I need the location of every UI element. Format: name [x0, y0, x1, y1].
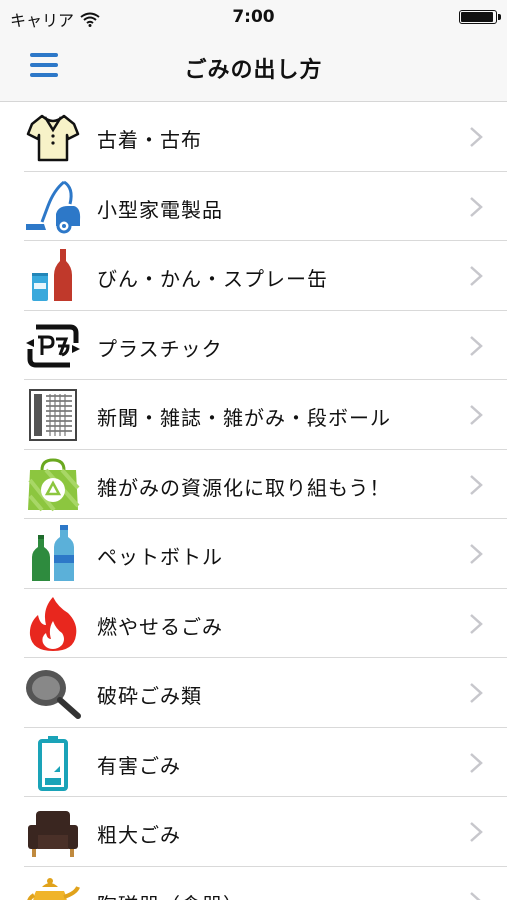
category-list: 古着・古布 小型家電製品 びん・かん・スプレー缶 プラスチック 新聞・雑誌・雑が…: [0, 102, 507, 900]
battery-status-icon: [459, 10, 501, 24]
list-item-small-appliances[interactable]: 小型家電製品: [0, 172, 507, 242]
teapot-icon: [24, 873, 82, 900]
battery-icon: [24, 734, 82, 792]
chevron-right-icon: [470, 335, 483, 356]
shirt-icon: [24, 108, 82, 166]
chevron-right-icon: [470, 613, 483, 634]
list-item-label: 小型家電製品: [97, 197, 223, 222]
list-item-label: 新聞・雑誌・雑がみ・段ボール: [97, 406, 391, 430]
list-item-burnable-waste[interactable]: 燃やせるごみ: [0, 589, 507, 659]
vacuum-cleaner-icon: [24, 178, 82, 236]
list-item-label: 燃やせるごみ: [97, 614, 223, 639]
list-item-bottles-cans[interactable]: びん・かん・スプレー缶: [0, 241, 507, 311]
chevron-right-icon: [470, 196, 483, 217]
list-item-crushable-waste[interactable]: 破砕ごみ類: [0, 658, 507, 728]
list-item-mixed-paper-recycling[interactable]: 雑がみの資源化に取り組もう！: [0, 450, 507, 520]
list-item-hazardous-waste[interactable]: 有害ごみ: [0, 728, 507, 798]
status-bar: キャリア 7:00: [0, 0, 507, 34]
chevron-right-icon: [470, 266, 483, 286]
list-item-label: 古着・古布: [97, 128, 202, 152]
status-time: 7:00: [232, 7, 275, 27]
sofa-icon: [24, 803, 82, 861]
battery-indicator: [459, 10, 501, 24]
list-item-ceramics[interactable]: 陶磁器（食器）: [0, 867, 507, 900]
list-item-label: 有害ごみ: [97, 753, 181, 778]
list-item-plastic[interactable]: プラスチック: [0, 311, 507, 381]
chevron-right-icon: [470, 822, 483, 842]
list-item-old-clothes[interactable]: 古着・古布: [0, 102, 507, 172]
newspaper-icon: [24, 386, 82, 444]
recycle-bag-icon: [24, 456, 82, 514]
list-item-label: プラスチック: [97, 336, 223, 361]
battery-fill: [461, 12, 494, 22]
list-item-bulky-waste[interactable]: 粗大ごみ: [0, 797, 507, 867]
list-item-label: 粗大ごみ: [97, 823, 181, 847]
chevron-right-icon: [470, 127, 483, 147]
chevron-right-icon: [470, 405, 483, 425]
list-item-label: 破砕ごみ類: [97, 684, 202, 708]
chevron-right-icon: [470, 891, 482, 900]
chevron-right-icon: [470, 683, 483, 703]
chevron-right-icon: [470, 474, 483, 495]
chevron-right-icon: [470, 752, 483, 773]
list-item-pet-bottles[interactable]: ペットボトル: [0, 519, 507, 589]
list-item-label: ペットボトル: [97, 545, 223, 569]
list-item-label: 雑がみの資源化に取り組もう！: [97, 475, 391, 500]
fire-icon: [24, 595, 82, 653]
pet-bottle-icon: [24, 525, 82, 583]
page-title: ごみの出し方: [184, 58, 323, 83]
list-item-label: びん・かん・スプレー缶: [97, 267, 328, 291]
chevron-right-icon: [470, 544, 483, 564]
list-item-newspapers[interactable]: 新聞・雑誌・雑がみ・段ボール: [0, 380, 507, 450]
navigation-bar: ごみの出し方: [0, 34, 507, 102]
plastic-recycle-icon: [24, 317, 82, 375]
bottle-can-icon: [24, 247, 82, 305]
frying-pan-icon: [24, 664, 82, 722]
list-item-label: 陶磁器（食器）: [97, 889, 244, 900]
